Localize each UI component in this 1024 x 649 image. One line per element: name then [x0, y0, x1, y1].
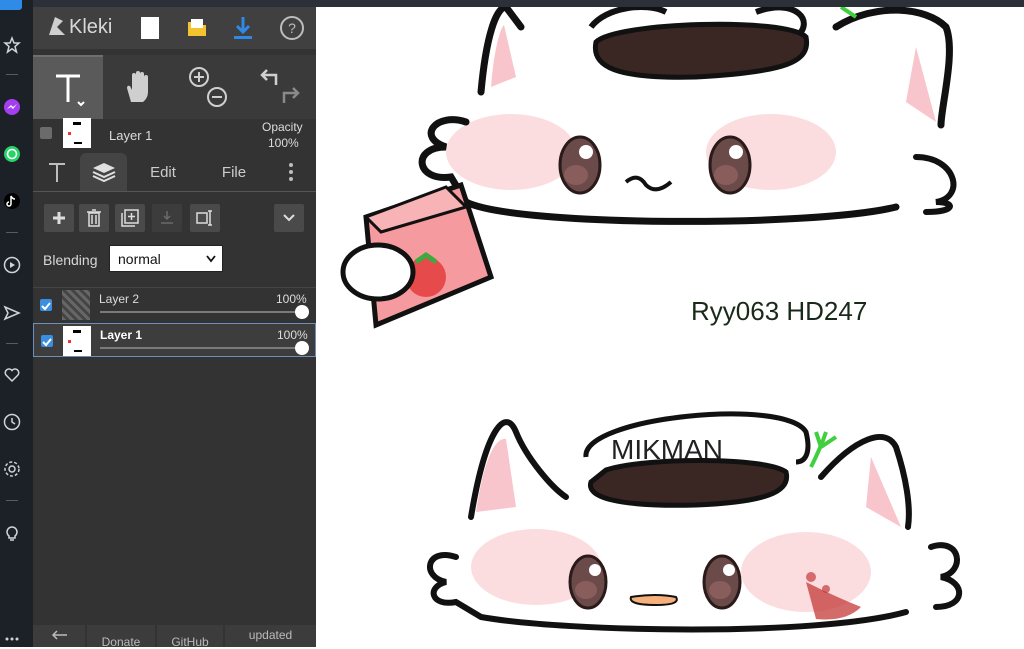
undo-redo-buttons	[243, 55, 316, 119]
redo-icon[interactable]	[282, 87, 300, 103]
slider-handle[interactable]	[295, 305, 309, 319]
kleki-logo[interactable]: Kleki	[45, 15, 112, 39]
kleki-logo-icon	[49, 17, 65, 35]
tab-layers[interactable]	[80, 153, 127, 191]
merge-down-icon	[161, 211, 173, 224]
text-tab-icon	[49, 163, 65, 182]
layer-opacity-slider[interactable]	[100, 305, 309, 319]
layer-visibility-checkbox[interactable]	[40, 299, 52, 311]
signature-text: Ryy063 HD247	[691, 296, 867, 326]
layers-icon	[92, 163, 115, 183]
layer-opacity: 100%	[276, 292, 307, 306]
layer-opacity: 100%	[277, 328, 308, 342]
donate-link[interactable]: Donate	[87, 625, 155, 649]
tab-file[interactable]: File	[209, 153, 259, 191]
sidebar-divider	[6, 232, 18, 233]
back-button[interactable]	[33, 625, 85, 647]
zoom-in-icon[interactable]	[189, 67, 209, 87]
rename-layer-button[interactable]	[190, 204, 220, 232]
plus-icon	[53, 212, 65, 224]
tiktok-icon[interactable]	[3, 192, 21, 210]
whatsapp-icon[interactable]	[3, 145, 21, 163]
duplicate-layer-button[interactable]	[115, 204, 145, 232]
svg-text:?: ?	[288, 20, 296, 36]
artwork: Ryy063 HD247 MIKMAN	[340, 7, 963, 633]
zoom-buttons	[173, 55, 243, 119]
help-icon[interactable]: ?	[279, 15, 305, 46]
drawing-canvas[interactable]: Ryy063 HD247 MIKMAN	[316, 7, 1024, 647]
layer-opacity-slider[interactable]	[100, 341, 309, 355]
blending-label: Blending	[43, 252, 98, 268]
layer-thumbnail	[63, 326, 91, 356]
logo-text: Kleki	[69, 15, 113, 38]
history-icon[interactable]	[3, 413, 21, 431]
browser-home-icon[interactable]	[0, 0, 22, 10]
select-chevron-icon	[206, 255, 216, 263]
sidebar-divider	[6, 500, 18, 501]
duplicate-icon	[121, 209, 139, 227]
sidebar-divider	[6, 74, 18, 75]
hand-tool-button[interactable]	[103, 55, 173, 119]
text-tool-button[interactable]	[33, 55, 103, 119]
arrow-left-icon	[51, 630, 67, 640]
delete-layer-button[interactable]	[79, 204, 109, 232]
layer-row[interactable]: Layer 2 100%	[33, 287, 316, 322]
heart-icon[interactable]	[3, 366, 21, 384]
browser-top-strip	[33, 0, 1024, 7]
opacity-value: 100%	[268, 136, 299, 150]
layer-name: Layer 1	[100, 328, 143, 342]
settings-icon[interactable]	[3, 460, 21, 478]
hand-icon	[127, 71, 148, 102]
lightbulb-icon[interactable]	[3, 524, 21, 542]
download-icon[interactable]	[231, 15, 255, 46]
play-icon[interactable]	[3, 256, 21, 274]
merge-down-button[interactable]	[152, 204, 182, 232]
zoom-out-icon[interactable]	[207, 87, 227, 107]
layer-thumbnail	[62, 290, 90, 320]
text-tool-icon	[56, 74, 85, 107]
layer-row-selected[interactable]: Layer 1 100%	[33, 323, 316, 357]
tool-row	[33, 55, 316, 119]
trash-icon	[87, 209, 101, 227]
more-icon[interactable]	[3, 630, 21, 648]
logo-bar: Kleki ?	[33, 7, 316, 49]
sidebar-divider	[6, 343, 18, 344]
add-layer-button[interactable]	[44, 204, 74, 232]
slider-handle[interactable]	[295, 341, 309, 355]
current-layer-thumbnail	[63, 118, 91, 148]
updated-link[interactable]: updated	[225, 625, 316, 647]
blending-select[interactable]: normal	[109, 245, 223, 272]
new-image-icon[interactable]	[141, 17, 159, 39]
tab-divider	[33, 191, 316, 192]
undo-icon[interactable]	[259, 69, 277, 85]
browser-sidebar	[0, 0, 33, 647]
rename-icon	[196, 210, 212, 226]
open-folder-icon[interactable]	[185, 17, 209, 44]
chevron-down-icon	[283, 214, 295, 222]
blending-value: normal	[118, 250, 161, 267]
tab-text[interactable]	[37, 153, 77, 191]
current-layer-checkbox[interactable]	[40, 127, 52, 139]
current-layer-name: Layer 1	[109, 128, 153, 143]
send-icon[interactable]	[3, 304, 21, 322]
tab-edit[interactable]: Edit	[138, 153, 188, 191]
messenger-icon[interactable]	[3, 98, 21, 116]
github-link[interactable]: GitHub	[157, 625, 223, 649]
star-icon[interactable]	[3, 36, 21, 54]
layer-name: Layer 2	[99, 292, 140, 306]
opacity-label: Opacity	[262, 120, 303, 134]
layer-visibility-checkbox[interactable]	[41, 335, 53, 347]
more-menu-icon[interactable]	[281, 153, 301, 191]
kleki-panel: Kleki ? Layer 1 Opacity 100% Edit File B…	[33, 7, 316, 649]
layer-options-dropdown[interactable]	[274, 204, 304, 232]
